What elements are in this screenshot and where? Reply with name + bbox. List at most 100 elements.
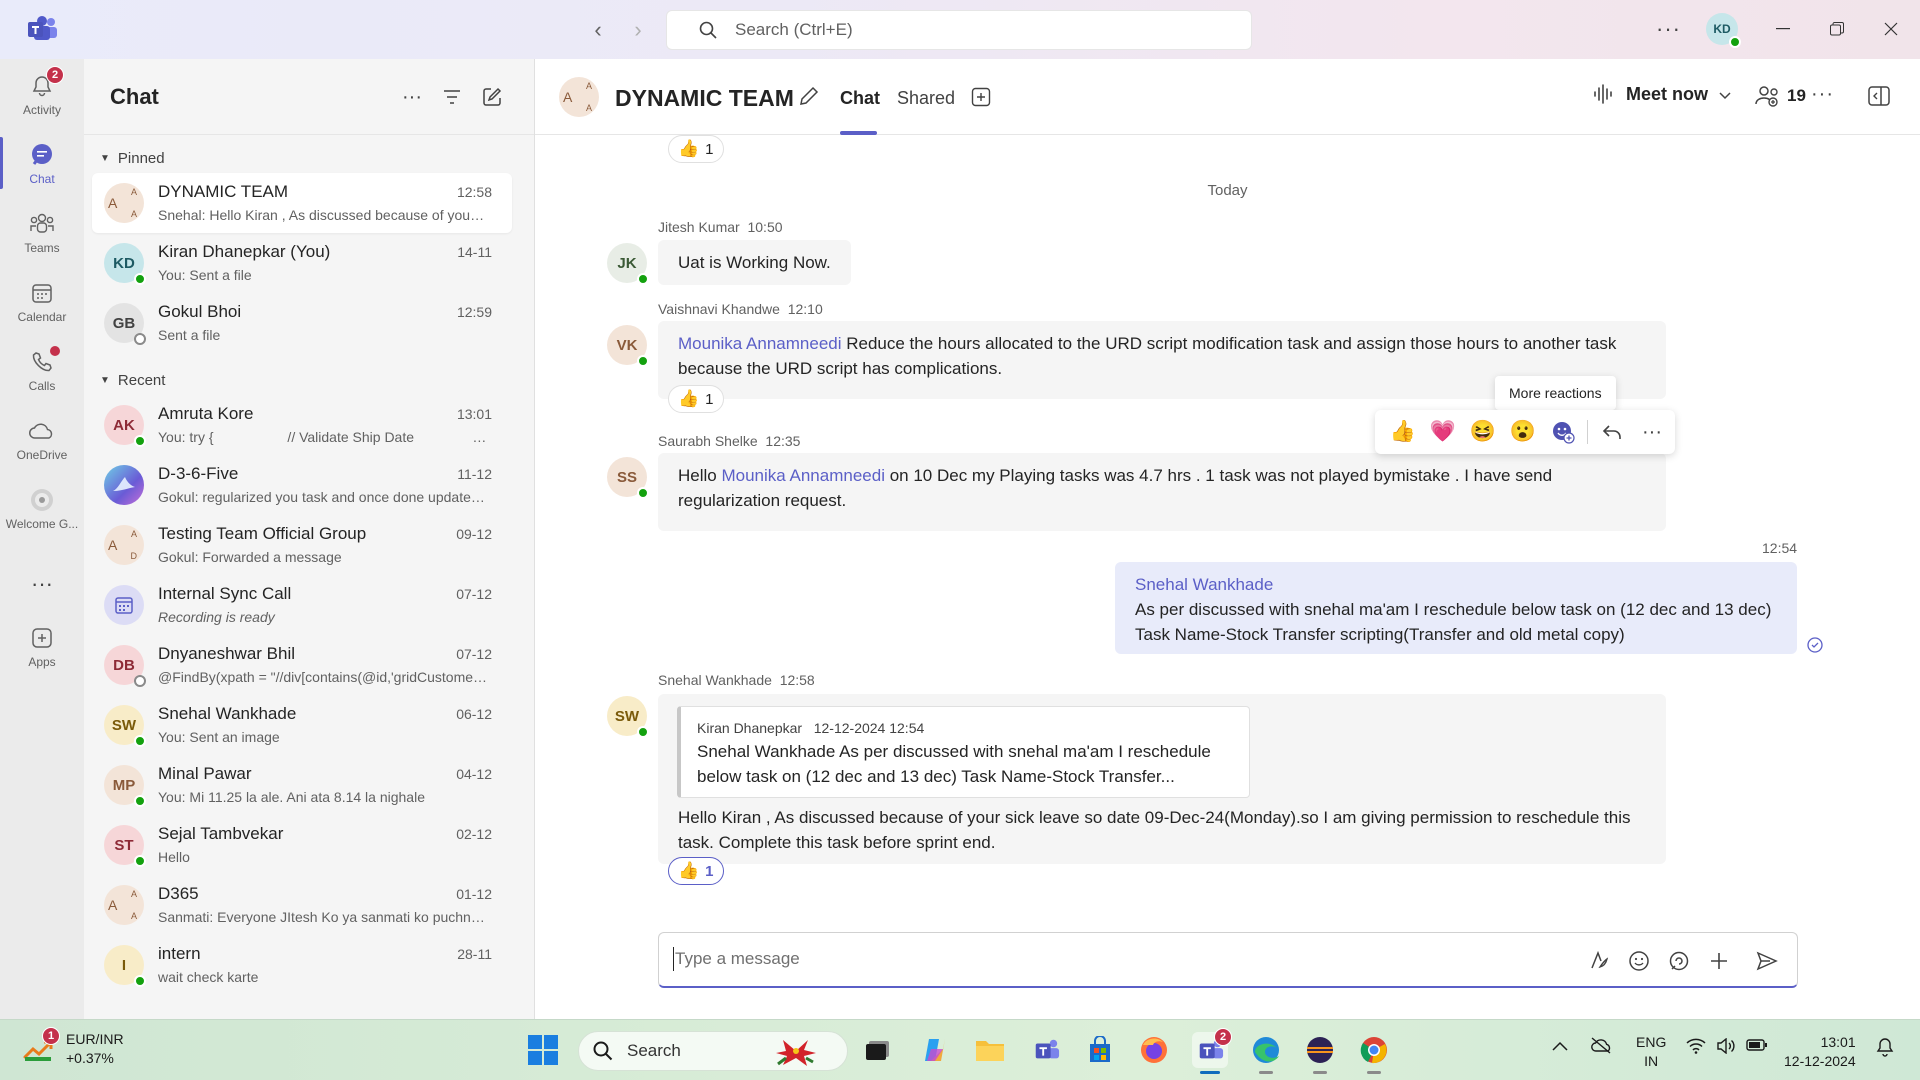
emoji-icon[interactable] [1625, 947, 1653, 975]
chat-item-intern[interactable]: I intern wait check karte 28-11 [92, 935, 512, 995]
avatar[interactable]: SW [607, 696, 649, 738]
avatar[interactable]: SS [607, 457, 649, 499]
message-input[interactable]: Type a message [675, 949, 800, 969]
message-text: As per discussed with snehal ma'am I res… [1135, 600, 1772, 619]
forward-icon[interactable]: › [624, 16, 652, 44]
compose-box[interactable]: Type a message [658, 932, 1798, 988]
close-button[interactable] [1876, 14, 1906, 44]
chat-item-sejal-tambvekar[interactable]: ST Sejal Tambvekar Hello 02-12 [92, 815, 512, 875]
chat-item-amruta-kore[interactable]: AK Amruta Kore You: try { // Validate Sh… [92, 395, 512, 455]
format-icon[interactable] [1585, 947, 1613, 975]
rail-item-teams[interactable]: Teams [0, 201, 84, 263]
filter-icon[interactable] [440, 85, 464, 109]
rail-item-welcome[interactable]: Welcome G... [0, 477, 84, 539]
chat-item-kiran-dhanepkar[interactable]: KD Kiran Dhanepkar (You) You: Sent a fil… [92, 233, 512, 293]
search-input[interactable]: Search (Ctrl+E) [666, 10, 1252, 50]
sender-name: Snehal Wankhade [658, 672, 772, 688]
meeting-avatar [104, 585, 144, 625]
chat-time: 04-12 [456, 766, 492, 782]
teams-taskbar-icon[interactable] [1028, 1032, 1064, 1068]
tray-overflow-icon[interactable] [1552, 1038, 1568, 1054]
chat-item-d-3-6-five[interactable]: D-3-6-Five Gokul: regularized you task a… [92, 455, 512, 515]
more-options-icon[interactable]: ··· [400, 85, 424, 109]
surprised-reaction-icon[interactable]: 😮 [1503, 412, 1543, 452]
like-reaction-icon[interactable]: 👍 [1383, 412, 1423, 452]
copilot-icon[interactable] [918, 1032, 954, 1068]
message-bubble[interactable]: Kiran Dhanepkar 12-12-2024 12:54 Snehal … [658, 694, 1666, 864]
ticker-widget[interactable]: 1 EUR/INR +0.37% [22, 1027, 124, 1068]
add-attachment-icon[interactable] [1705, 947, 1733, 975]
back-icon[interactable]: ‹ [584, 16, 612, 44]
heart-reaction-icon[interactable]: 💗 [1423, 412, 1463, 452]
file-explorer-icon[interactable] [972, 1032, 1008, 1068]
mention[interactable]: Mounika Annamneedi [721, 466, 885, 485]
reply-icon[interactable] [1592, 412, 1632, 452]
recent-section-toggle[interactable]: ▼ Recent [84, 365, 534, 395]
laugh-reaction-icon[interactable]: 😆 [1463, 412, 1503, 452]
notification-bell-icon[interactable] [1876, 1037, 1894, 1060]
reaction-pill-mine[interactable]: 👍 1 [668, 857, 724, 885]
rail-item-calendar[interactable]: Calendar [0, 270, 84, 332]
new-chat-icon[interactable] [480, 85, 504, 109]
volume-icon[interactable] [1716, 1037, 1736, 1057]
firefox-icon[interactable] [1136, 1032, 1172, 1068]
rail-item-apps[interactable]: Apps [0, 615, 84, 677]
tab-shared[interactable]: Shared [897, 88, 955, 109]
chevron-down-icon[interactable] [1719, 87, 1731, 103]
rail-item-activity[interactable]: 2 Activity [0, 63, 84, 125]
more-options-icon[interactable]: ··· [1632, 412, 1672, 452]
rail-item-calls[interactable]: Calls [0, 339, 84, 401]
windows-start-icon[interactable] [528, 1035, 558, 1070]
avatar[interactable]: VK [607, 325, 649, 367]
teams-active-taskbar-icon[interactable]: 2 [1192, 1028, 1232, 1074]
message-bubble[interactable]: Uat is Working Now. [658, 240, 851, 285]
meet-now-button[interactable]: Meet now [1592, 83, 1708, 105]
onedrive-offline-icon[interactable] [1590, 1036, 1614, 1057]
rail-item-onedrive[interactable]: OneDrive [0, 408, 84, 470]
wifi-icon[interactable] [1686, 1038, 1706, 1057]
chat-item-minal-pawar[interactable]: MP Minal Pawar You: Mi 11.25 la ale. Ani… [92, 755, 512, 815]
loop-icon[interactable] [1665, 947, 1693, 975]
microsoft-store-icon[interactable] [1082, 1032, 1118, 1068]
send-icon[interactable] [1753, 947, 1781, 975]
chat-item-snehal-wankhade[interactable]: SW Snehal Wankhade You: Sent an image 06… [92, 695, 512, 755]
chat-item-internal-sync-call[interactable]: Internal Sync Call Recording is ready 07… [92, 575, 512, 635]
battery-icon[interactable] [1746, 1038, 1768, 1055]
chat-item-gokul-bhoi[interactable]: GB Gokul Bhoi Sent a file 12:59 [92, 293, 512, 353]
language-indicator[interactable]: ENG IN [1636, 1033, 1666, 1071]
chat-item-testing-team[interactable]: AAD Testing Team Official Group Gokul: F… [92, 515, 512, 575]
minimize-button[interactable] [1768, 14, 1798, 44]
quoted-reply[interactable]: Kiran Dhanepkar 12-12-2024 12:54 Snehal … [677, 706, 1250, 798]
pinned-section-toggle[interactable]: ▼ Pinned [84, 143, 534, 173]
rail-item-chat[interactable]: Chat [0, 132, 84, 194]
side-panel-toggle-icon[interactable] [1868, 86, 1890, 111]
more-options-icon[interactable]: ··· [1811, 83, 1834, 106]
message-bubble[interactable]: Hello Mounika Annamneedi on 10 Dec my Pl… [658, 453, 1666, 531]
chat-name: Testing Team Official Group [158, 524, 367, 543]
system-clock[interactable]: 13:01 12-12-2024 [1784, 1033, 1856, 1071]
chat-item-dnyaneshwar-bhil[interactable]: DB Dnyaneshwar Bhil @FindBy(xpath = "//d… [92, 635, 512, 695]
restore-button[interactable] [1822, 14, 1852, 44]
user-avatar[interactable]: KD [1706, 13, 1741, 48]
participants-button[interactable]: 19 [1755, 85, 1806, 107]
chat-item-dynamic-team[interactable]: AAA DYNAMIC TEAM Snehal: Hello Kiran , A… [92, 173, 512, 233]
chat-item-d365[interactable]: AAA D365 Sanmati: Everyone JItesh Ko ya … [92, 875, 512, 935]
mention[interactable]: Snehal Wankhade [1135, 572, 1777, 597]
reaction-pill[interactable]: 👍 1 [668, 385, 724, 413]
taskbar-search[interactable]: Search [578, 1031, 848, 1071]
eclipse-icon[interactable] [1302, 1032, 1338, 1074]
chat-name: Minal Pawar [158, 764, 252, 783]
edge-icon[interactable] [1248, 1032, 1284, 1074]
edit-name-icon[interactable] [798, 85, 820, 112]
reaction-pill[interactable]: 👍 1 [668, 135, 724, 163]
avatar[interactable]: JK [607, 243, 649, 285]
more-options-icon[interactable]: ··· [1656, 16, 1681, 42]
tab-chat[interactable]: Chat [840, 88, 880, 109]
task-view-icon[interactable] [860, 1032, 896, 1068]
add-tab-icon[interactable] [971, 87, 991, 112]
message-bubble-mine[interactable]: Snehal Wankhade As per discussed with sn… [1115, 562, 1797, 654]
mention[interactable]: Mounika Annamneedi [678, 334, 842, 353]
rail-more-apps-icon[interactable]: ··· [0, 553, 84, 615]
more-reactions-icon[interactable] [1543, 412, 1583, 452]
chrome-icon[interactable] [1356, 1032, 1392, 1074]
